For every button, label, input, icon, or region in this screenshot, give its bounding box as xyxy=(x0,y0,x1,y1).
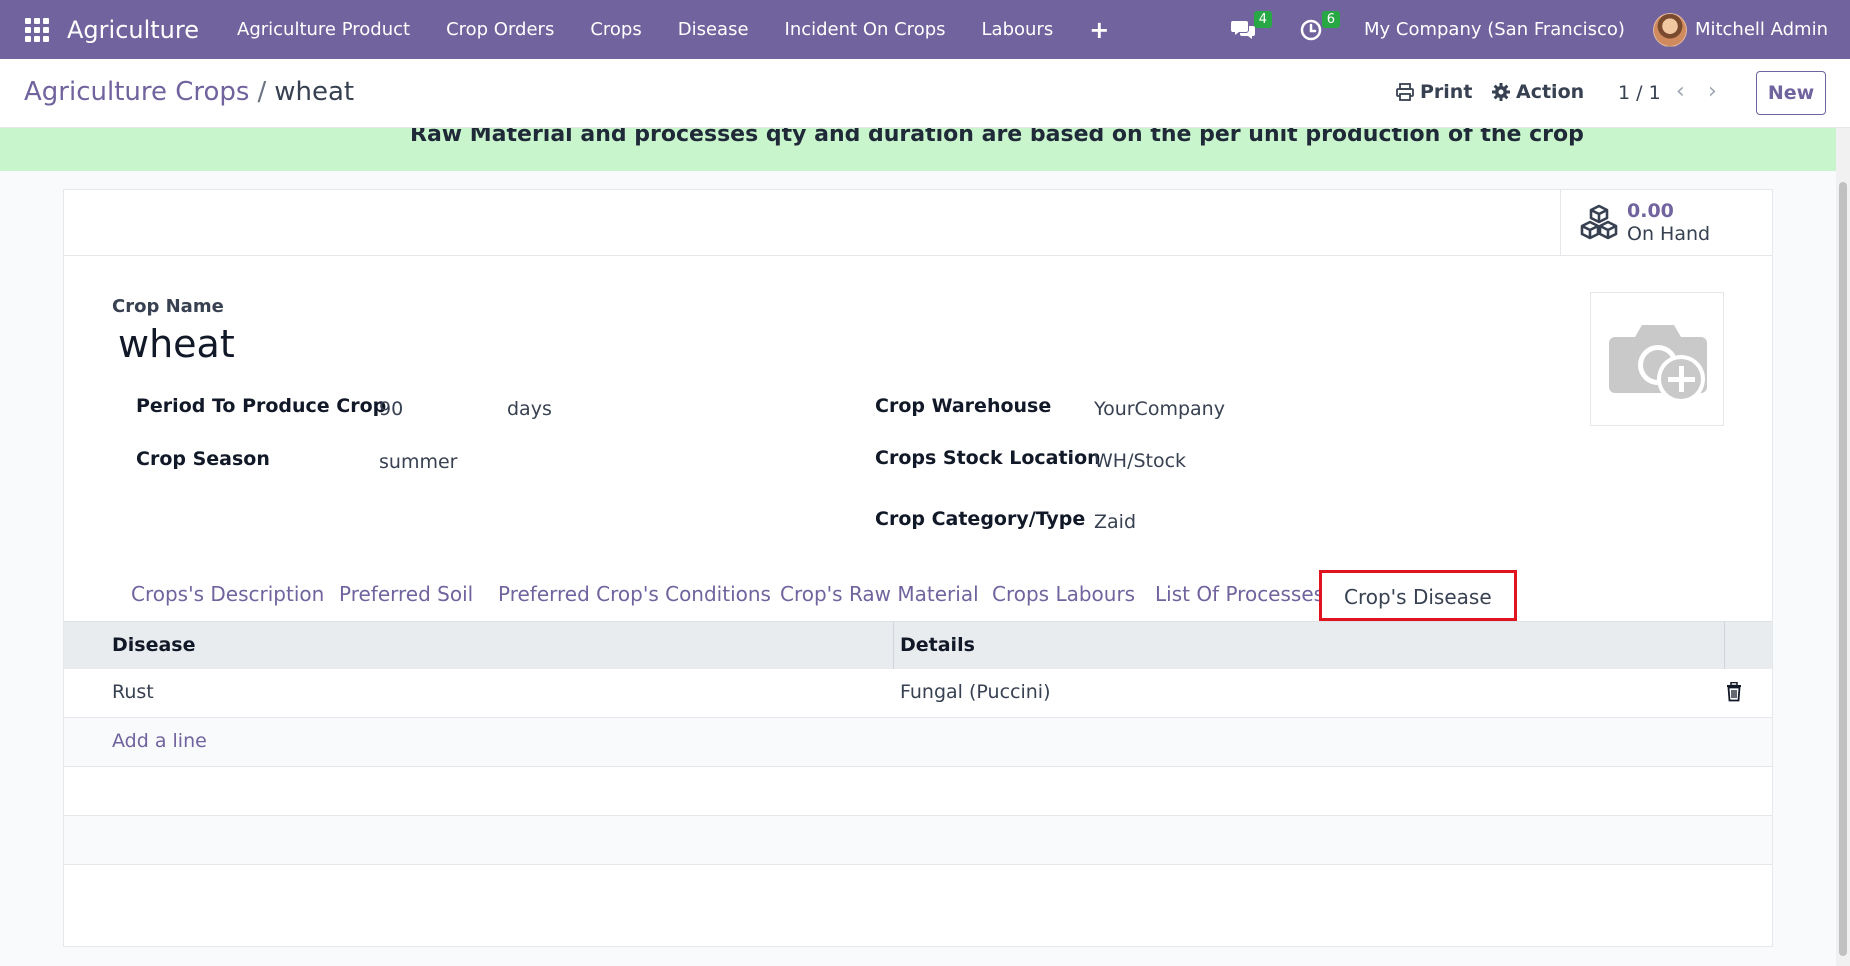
action-button[interactable]: Action xyxy=(1492,81,1584,103)
user-menu[interactable]: Mitchell Admin xyxy=(1695,19,1828,40)
on-hand-label: On Hand xyxy=(1627,223,1711,245)
menu-labours[interactable]: Labours xyxy=(964,19,1072,40)
app-grid-icon[interactable] xyxy=(25,17,49,42)
trash-icon[interactable] xyxy=(1726,682,1742,702)
navbar-systray: 4 6 My Company (San Francisco) Mitchell … xyxy=(1228,0,1850,59)
crop-image-upload[interactable] xyxy=(1590,292,1724,426)
menu-agriculture-product[interactable]: Agriculture Product xyxy=(219,19,428,40)
menu-incident-on-crops[interactable]: Incident On Crops xyxy=(767,19,964,40)
column-details[interactable]: Details xyxy=(900,634,975,656)
disease-table: Disease Details Rust Fungal (Puccini) Ad… xyxy=(64,621,1772,865)
column-divider xyxy=(893,622,894,670)
gear-icon xyxy=(1492,83,1510,101)
breadcrumb-separator: / xyxy=(257,77,267,107)
scrollbar-thumb[interactable] xyxy=(1839,182,1847,956)
crop-name-field[interactable]: wheat xyxy=(118,322,235,366)
tab-crops-labours[interactable]: Crops Labours xyxy=(992,582,1135,606)
period-input[interactable]: 90 xyxy=(379,398,403,420)
activities-badge: 6 xyxy=(1321,10,1340,28)
breadcrumb-current: wheat xyxy=(274,77,355,107)
info-alert: Raw Material and processes qty and durat… xyxy=(0,128,1836,171)
details-cell[interactable]: Fungal (Puccini) xyxy=(900,681,1050,703)
disease-cell[interactable]: Rust xyxy=(112,681,154,703)
chevron-left-icon[interactable]: ‹ xyxy=(1676,79,1685,104)
on-hand-button[interactable]: 0.00 On Hand xyxy=(1560,190,1772,256)
messages-badge: 4 xyxy=(1253,10,1272,28)
tab-preferred-soil[interactable]: Preferred Soil xyxy=(339,582,473,606)
breadcrumb: Agriculture Crops / wheat xyxy=(24,77,354,107)
chat-icon xyxy=(1230,20,1255,39)
crop-name-label: Crop Name xyxy=(112,296,224,317)
notebook-tabs: Crops's Description Preferred Soil Prefe… xyxy=(64,570,1772,621)
period-label: Period To Produce Crop xyxy=(136,395,387,417)
action-label: Action xyxy=(1516,81,1585,103)
column-disease[interactable]: Disease xyxy=(112,634,196,656)
clock-icon xyxy=(1300,19,1322,40)
page-scrollbar[interactable] xyxy=(1836,128,1850,966)
company-switcher[interactable]: My Company (San Francisco) xyxy=(1364,19,1625,40)
menu-crops[interactable]: Crops xyxy=(572,19,659,40)
tab-preferred-conditions[interactable]: Preferred Crop's Conditions xyxy=(498,582,771,606)
season-label: Crop Season xyxy=(136,448,270,470)
empty-row xyxy=(64,816,1772,865)
cubes-icon xyxy=(1580,204,1618,240)
top-navbar: Agriculture Agriculture Product Crop Ord… xyxy=(0,0,1850,59)
smart-button-box: 0.00 On Hand xyxy=(64,190,1772,256)
chevron-right-icon[interactable]: › xyxy=(1708,79,1717,104)
menu-disease[interactable]: Disease xyxy=(660,19,767,40)
new-button[interactable]: New xyxy=(1756,71,1826,115)
add-line-link[interactable]: Add a line xyxy=(112,730,207,752)
pager-value[interactable]: 1 / 1 xyxy=(1618,82,1661,104)
form-sheet: 0.00 On Hand Crop Name wheat Period To P… xyxy=(63,189,1773,947)
print-button[interactable]: Print xyxy=(1396,81,1472,103)
on-hand-value: 0.00 xyxy=(1627,200,1674,222)
column-divider xyxy=(1724,622,1725,670)
app-brand[interactable]: Agriculture xyxy=(67,16,199,44)
category-label: Crop Category/Type xyxy=(875,508,1086,530)
period-unit: days xyxy=(507,398,552,420)
camera-plus-icon xyxy=(1609,325,1707,403)
printer-icon xyxy=(1396,83,1414,101)
plus-icon[interactable]: + xyxy=(1071,16,1127,44)
season-select[interactable]: summer xyxy=(379,451,457,473)
alert-text: Raw Material and processes qty and durat… xyxy=(410,128,1584,147)
table-row[interactable]: Rust Fungal (Puccini) xyxy=(64,669,1772,718)
user-avatar[interactable] xyxy=(1652,12,1687,47)
tab-list-of-processes[interactable]: List Of Processes xyxy=(1155,582,1324,606)
stock-location-field[interactable]: WH/Stock xyxy=(1094,450,1186,472)
warehouse-field[interactable]: YourCompany xyxy=(1094,398,1225,420)
warehouse-label: Crop Warehouse xyxy=(875,395,1052,417)
add-line-row: Add a line xyxy=(64,718,1772,767)
breadcrumb-parent[interactable]: Agriculture Crops xyxy=(24,77,249,107)
messages-button[interactable]: 4 xyxy=(1228,10,1272,45)
table-header: Disease Details xyxy=(64,621,1772,670)
print-label: Print xyxy=(1420,81,1473,103)
control-panel: Agriculture Crops / wheat Print Action 1 /… xyxy=(0,59,1850,128)
activities-button[interactable]: 6 xyxy=(1296,10,1340,45)
stock-location-label: Crops Stock Location xyxy=(875,447,1101,469)
tab-crops-description[interactable]: Crops's Description xyxy=(131,582,324,606)
menu-crop-orders[interactable]: Crop Orders xyxy=(428,19,572,40)
category-field[interactable]: Zaid xyxy=(1094,511,1136,533)
tab-raw-material[interactable]: Crop's Raw Material xyxy=(780,582,979,606)
empty-row xyxy=(64,767,1772,816)
tab-crops-disease[interactable]: Crop's Disease xyxy=(1319,570,1517,621)
